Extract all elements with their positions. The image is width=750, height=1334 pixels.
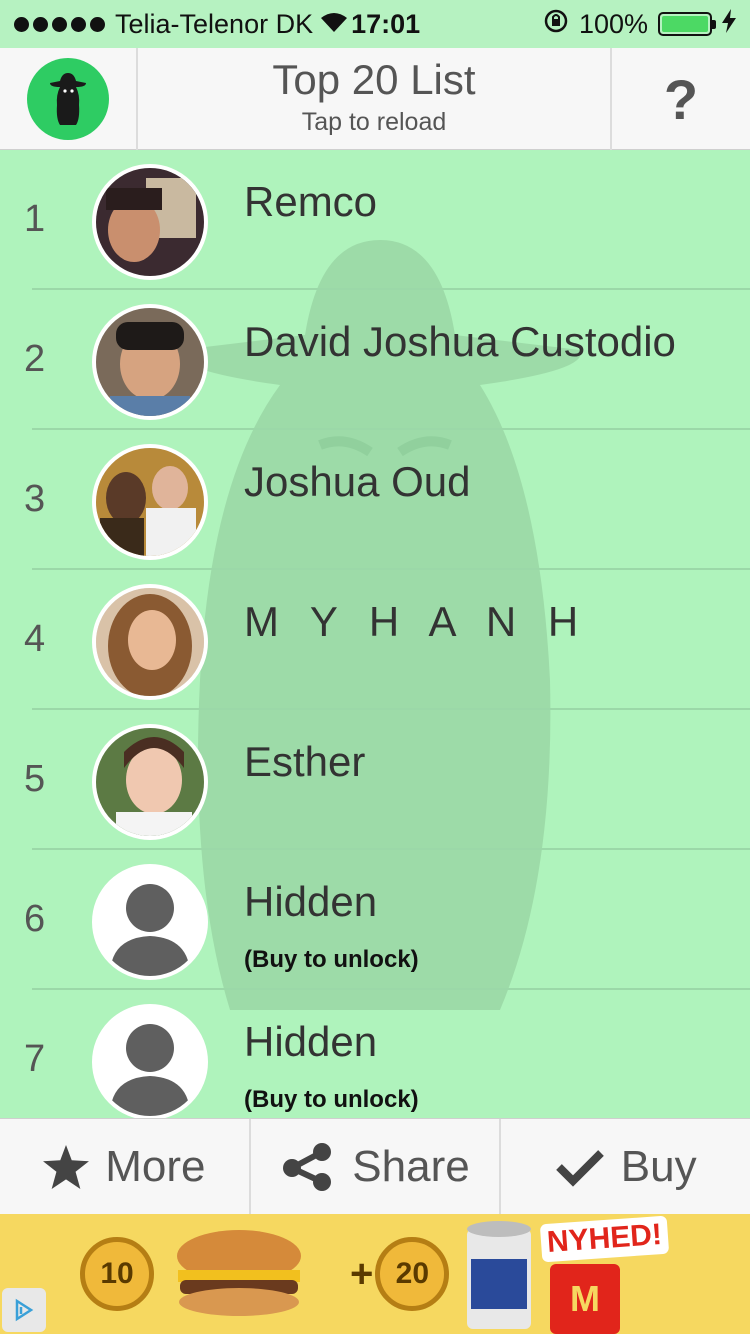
rank-number: 4 (24, 618, 46, 660)
unlock-hint: (Buy to unlock) (244, 946, 419, 973)
avatar (92, 1004, 208, 1118)
share-label: Share (352, 1141, 470, 1191)
charging-icon (722, 8, 736, 40)
battery-percent: 100% (578, 8, 648, 39)
ad-banner[interactable]: 10 + 20 NYHED! M (0, 1214, 750, 1334)
rank-number: 7 (24, 1038, 46, 1080)
rank-number: 1 (24, 198, 46, 240)
list-item[interactable]: 3 Joshua Oud (0, 430, 750, 570)
reload-title-button[interactable]: Top 20 List Tap to reload (138, 48, 610, 150)
spy-logo-icon (27, 58, 109, 140)
wifi-icon (319, 9, 349, 40)
avatar (92, 444, 208, 560)
signal-strength-icon (14, 16, 105, 32)
list-item[interactable]: 1 Remco (0, 150, 750, 290)
user-name: M Y H A N H (244, 598, 589, 645)
rotation-lock-icon (543, 8, 569, 41)
rank-number: 3 (24, 478, 46, 520)
default-avatar-icon (110, 884, 190, 976)
star-icon (43, 1144, 90, 1189)
user-name: Hidden (244, 1018, 378, 1065)
app-logo-button[interactable] (0, 48, 138, 150)
list-item[interactable]: 2 David Joshua Custodio (0, 290, 750, 430)
status-time: 17:01 (351, 8, 421, 39)
page-title: Top 20 List (272, 56, 476, 103)
burger-image (177, 1230, 301, 1316)
list-item[interactable]: 5 Esther (0, 710, 750, 850)
rank-number: 6 (24, 898, 46, 940)
brand-logo: M (550, 1264, 620, 1334)
header-bar: Top 20 List Tap to reload ? (0, 48, 750, 150)
user-name: Remco (244, 178, 378, 225)
top-list[interactable]: 1 Remco 2 David Joshua Custodio 3 Joshua… (0, 150, 750, 1118)
milkshake-image (467, 1221, 532, 1329)
list-item[interactable]: 4 M Y H A N H (0, 570, 750, 710)
status-bar: Telia-Telenor DK 17:01 100% (0, 0, 750, 48)
user-name: Hidden (244, 878, 378, 925)
avatar (92, 724, 208, 840)
coin-badge: 10 (80, 1237, 154, 1311)
coin-badge: 20 (375, 1237, 450, 1311)
avatar (92, 864, 208, 980)
user-name: Joshua Oud (244, 458, 471, 505)
rank-number: 5 (24, 758, 46, 800)
share-button[interactable]: Share (248, 1119, 500, 1214)
list-item[interactable]: 6 Hidden (Buy to unlock) (0, 850, 750, 990)
plus-sign: + (350, 1251, 374, 1296)
avatar (92, 164, 208, 280)
buy-button[interactable]: Buy (499, 1119, 750, 1214)
more-button[interactable]: More (0, 1119, 249, 1214)
buy-label: Buy (620, 1141, 697, 1191)
user-name: Esther (244, 738, 366, 785)
carrier-name: Telia-Telenor DK (115, 8, 314, 39)
page-subtitle: Tap to reload (301, 108, 447, 136)
list-item[interactable]: 7 Hidden (Buy to unlock) (0, 990, 750, 1118)
more-label: More (105, 1141, 206, 1191)
share-icon (283, 1142, 332, 1191)
battery-icon (658, 12, 716, 36)
bottom-toolbar: More Share Buy (0, 1118, 750, 1214)
rank-number: 2 (24, 338, 46, 380)
adchoices-icon[interactable] (2, 1288, 46, 1332)
checkmark-icon (555, 1149, 604, 1187)
default-avatar-icon (110, 1024, 190, 1116)
avatar (92, 304, 208, 420)
help-button[interactable]: ? (610, 48, 750, 150)
avatar (92, 584, 208, 700)
user-name: David Joshua Custodio (244, 318, 676, 365)
unlock-hint: (Buy to unlock) (244, 1086, 419, 1113)
new-badge: NYHED! (539, 1215, 670, 1263)
